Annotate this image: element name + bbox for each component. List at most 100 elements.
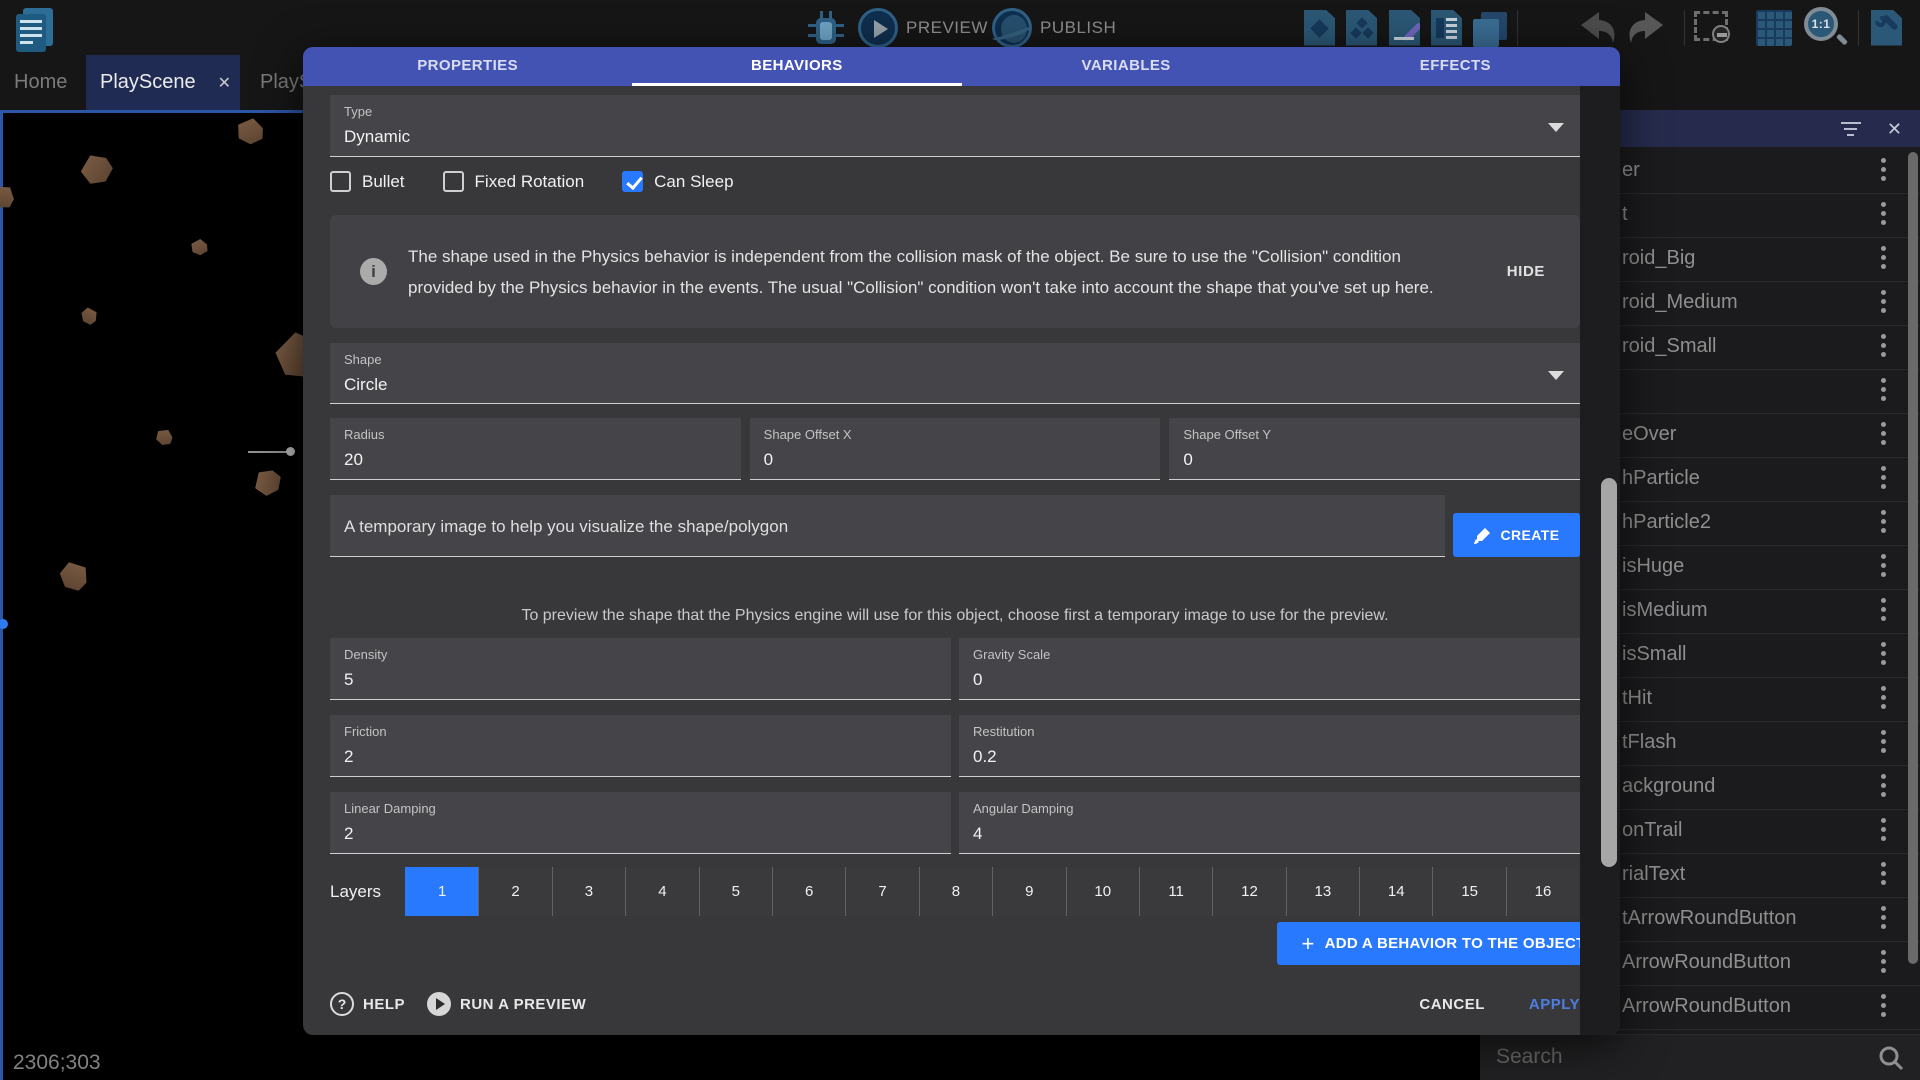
- panel-scrollbar[interactable]: [1908, 152, 1918, 964]
- cancel-button[interactable]: CANCEL: [1419, 996, 1485, 1013]
- layer-button[interactable]: 2: [478, 867, 551, 916]
- layer-button[interactable]: 16: [1506, 867, 1579, 916]
- object-name: onTrail: [1622, 819, 1682, 842]
- dialog-scrollbar-track[interactable]: [1580, 86, 1620, 1035]
- asteroid-object[interactable]: [153, 426, 176, 448]
- type-select[interactable]: Type Dynamic: [330, 95, 1580, 157]
- info-text: The shape used in the Physics behavior i…: [408, 241, 1468, 303]
- kebab-menu-icon[interactable]: [1881, 290, 1886, 313]
- create-button[interactable]: CREATE: [1453, 513, 1580, 557]
- zoom-reset-button[interactable]: 1:1: [1804, 0, 1848, 55]
- kebab-menu-icon[interactable]: [1881, 466, 1886, 489]
- asteroid-object[interactable]: [77, 149, 117, 188]
- layer-button[interactable]: 8: [919, 867, 992, 916]
- checkbox[interactable]: Bullet: [330, 171, 405, 192]
- dialog-tab[interactable]: EFFECTS: [1291, 47, 1620, 86]
- layer-button[interactable]: 4: [625, 867, 698, 916]
- kebab-menu-icon[interactable]: [1881, 378, 1886, 401]
- asteroid-object[interactable]: [234, 115, 266, 147]
- friction-field[interactable]: Friction 2: [330, 715, 951, 777]
- kebab-menu-icon[interactable]: [1881, 994, 1886, 1017]
- angular-damping-field[interactable]: Angular Damping 4: [959, 792, 1580, 854]
- tab-home[interactable]: Home: [0, 55, 81, 110]
- gravity-scale-field[interactable]: Gravity Scale 0: [959, 638, 1580, 700]
- kebab-menu-icon[interactable]: [1881, 686, 1886, 709]
- kebab-menu-icon[interactable]: [1881, 422, 1886, 445]
- tab-playscene[interactable]: PlayScene ✕: [86, 55, 240, 110]
- layer-button[interactable]: 6: [772, 867, 845, 916]
- layer-button[interactable]: 11: [1139, 867, 1212, 916]
- dialog-scrollbar-thumb[interactable]: [1601, 478, 1617, 867]
- apply-button[interactable]: APPLY: [1529, 996, 1580, 1013]
- layer-button[interactable]: 7: [845, 867, 918, 916]
- joint-handle[interactable]: [286, 447, 295, 456]
- kebab-menu-icon[interactable]: [1881, 246, 1886, 269]
- main-menu-button[interactable]: [10, 0, 54, 55]
- checkbox[interactable]: Fixed Rotation: [443, 171, 585, 192]
- checkbox[interactable]: Can Sleep: [622, 171, 733, 192]
- layer-button[interactable]: 10: [1066, 867, 1139, 916]
- add-behavior-button[interactable]: + ADD A BEHAVIOR TO THE OBJECT: [1277, 922, 1610, 965]
- project-manager-icon: [10, 4, 54, 52]
- shape-select[interactable]: Shape Circle: [330, 343, 1580, 404]
- toolbar-separator: [1517, 10, 1518, 46]
- objects-search-bar[interactable]: Search: [1480, 1034, 1920, 1080]
- filter-icon[interactable]: [1841, 122, 1861, 136]
- kebab-menu-icon[interactable]: [1881, 950, 1886, 973]
- redo-button[interactable]: [1626, 0, 1672, 55]
- shape-dimensions-row: Radius 20 Shape Offset X 0 Shape Offset …: [330, 418, 1580, 480]
- checkbox-box-icon[interactable]: [443, 171, 464, 192]
- layer-button[interactable]: 5: [699, 867, 772, 916]
- edit-mask-button[interactable]: [1694, 0, 1734, 55]
- kebab-menu-icon[interactable]: [1881, 730, 1886, 753]
- help-circle-icon: ?: [330, 992, 354, 1016]
- grid-button[interactable]: [1756, 0, 1792, 55]
- checkbox-box-icon[interactable]: [622, 171, 643, 192]
- dialog-tab[interactable]: VARIABLES: [962, 47, 1291, 86]
- kebab-menu-icon[interactable]: [1881, 158, 1886, 181]
- layer-button[interactable]: 3: [552, 867, 625, 916]
- kebab-menu-icon[interactable]: [1881, 598, 1886, 621]
- layer-button[interactable]: 15: [1432, 867, 1505, 916]
- checkbox-box-icon[interactable]: [330, 171, 351, 192]
- asteroid-object[interactable]: [249, 463, 286, 500]
- radius-field[interactable]: Radius 20: [330, 418, 741, 480]
- layers-icon: [1473, 10, 1507, 46]
- kebab-menu-icon[interactable]: [1881, 906, 1886, 929]
- asteroid-object[interactable]: [0, 180, 20, 213]
- layer-button[interactable]: 14: [1359, 867, 1432, 916]
- hide-button[interactable]: HIDE: [1507, 263, 1545, 280]
- layer-button[interactable]: 9: [992, 867, 1065, 916]
- temp-image-field[interactable]: A temporary image to help you visualize …: [330, 495, 1445, 557]
- kebab-menu-icon[interactable]: [1881, 202, 1886, 225]
- linear-damping-field[interactable]: Linear Damping 2: [330, 792, 951, 854]
- scene-settings-button[interactable]: [1871, 0, 1902, 55]
- shape-offset-x-field[interactable]: Shape Offset X 0: [750, 418, 1161, 480]
- kebab-menu-icon[interactable]: [1881, 334, 1886, 357]
- dialog-tab[interactable]: PROPERTIES: [303, 47, 632, 86]
- search-placeholder: Search: [1496, 1045, 1563, 1069]
- asteroid-object[interactable]: [79, 305, 101, 327]
- restitution-field[interactable]: Restitution 0.2: [959, 715, 1580, 777]
- kebab-menu-icon[interactable]: [1881, 818, 1886, 841]
- selection-handle[interactable]: [0, 619, 8, 629]
- dialog-tab[interactable]: BEHAVIORS: [632, 47, 961, 86]
- object-name: tArrowRoundButton: [1622, 907, 1797, 930]
- help-button[interactable]: ? HELP: [330, 992, 405, 1016]
- kebab-menu-icon[interactable]: [1881, 862, 1886, 885]
- kebab-menu-icon[interactable]: [1881, 774, 1886, 797]
- close-tab-icon[interactable]: ✕: [218, 73, 231, 93]
- layer-button[interactable]: 12: [1212, 867, 1285, 916]
- pencil-file-icon: [1389, 10, 1420, 46]
- layer-button[interactable]: 1: [405, 867, 478, 916]
- layer-button[interactable]: 13: [1286, 867, 1359, 916]
- asteroid-object[interactable]: [190, 238, 209, 256]
- kebab-menu-icon[interactable]: [1881, 554, 1886, 577]
- run-preview-button[interactable]: RUN A PREVIEW: [427, 992, 586, 1016]
- density-field[interactable]: Density 5: [330, 638, 951, 700]
- asteroid-object[interactable]: [55, 556, 95, 596]
- close-panel-icon[interactable]: ✕: [1887, 120, 1902, 138]
- kebab-menu-icon[interactable]: [1881, 510, 1886, 533]
- shape-offset-y-field[interactable]: Shape Offset Y 0: [1169, 418, 1580, 480]
- kebab-menu-icon[interactable]: [1881, 642, 1886, 665]
